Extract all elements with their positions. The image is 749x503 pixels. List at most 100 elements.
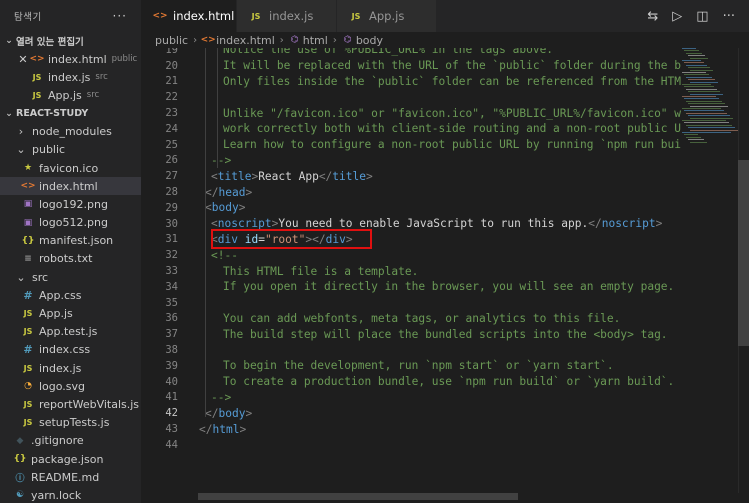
token-br: </ [205, 185, 219, 199]
file-item[interactable]: JS App.js [0, 304, 141, 322]
code-text: Unlike "/favicon.ico" or "favicon.ico", … [223, 107, 681, 120]
code-editor[interactable]: 19 Notice the use of %PUBLIC_URL% in the … [141, 48, 738, 493]
minimap-line [686, 136, 701, 138]
minimap-line [688, 103, 725, 105]
file-item[interactable]: JS setupTests.js [0, 414, 141, 432]
minimap-line [682, 132, 731, 133]
minimap-line [688, 115, 730, 117]
open-editor-item[interactable]: ✕ <> index.html public [0, 50, 141, 68]
code-text: You can add webfonts, meta tags, or anal… [223, 312, 620, 325]
file-item[interactable]: JS App.test.js [0, 323, 141, 341]
code-text: </body> [205, 407, 252, 420]
code-text: work correctly both with client-side rou… [223, 122, 681, 135]
html-icon: <> [29, 54, 45, 65]
tab-index-html[interactable]: <>index.html✕ [141, 0, 254, 32]
code-line: 40 To create a production bundle, use `np… [141, 374, 738, 390]
line-number: 38 [165, 344, 178, 357]
text-file-icon: ≡ [24, 253, 32, 264]
folder-name: src [32, 270, 49, 284]
file-item[interactable]: ★ favicon.ico [0, 159, 141, 177]
more-actions-icon[interactable]: ··· [723, 9, 735, 24]
more-actions-icon[interactable]: ··· [113, 9, 127, 23]
folder-item[interactable]: › node_modules [0, 123, 141, 141]
minimap-line [690, 57, 708, 59]
tab-index-js[interactable]: JS index.js [237, 0, 337, 32]
open-editor-item[interactable]: JS App.js src [0, 86, 141, 104]
file-item[interactable]: # index.css [0, 341, 141, 359]
code-text: <body> [205, 201, 245, 214]
project-section[interactable]: ⌄ REACT-STUDY [0, 105, 141, 123]
minimap-line [682, 60, 701, 61]
git-icon: ◆ [16, 435, 24, 446]
minimap[interactable] [680, 48, 738, 148]
red-highlight-box [211, 229, 372, 249]
vertical-scrollbar-thumb[interactable] [738, 160, 749, 346]
line-number: 33 [165, 265, 178, 278]
tabs: <>index.html✕JSindex.jsJSApp.js [141, 0, 437, 32]
file-item[interactable]: ≡ robots.txt [0, 250, 141, 268]
folder-item[interactable]: ⌄ public [0, 141, 141, 159]
minimap-line [684, 110, 724, 112]
tab-App-js[interactable]: JS App.js [337, 0, 437, 32]
line-number: 42 [165, 407, 178, 420]
open-editor-name: App.js [48, 88, 82, 102]
chevron-down-icon: ⌄ [16, 143, 26, 157]
explorer-header: 탐색기 ··· [0, 0, 141, 32]
file-item[interactable]: ◆ .gitignore [0, 432, 141, 450]
token-com: --> [211, 390, 232, 404]
compare-changes-icon[interactable]: ⇆ [647, 9, 658, 24]
file-item[interactable]: <> index.html [0, 177, 141, 196]
close-icon[interactable]: ✕ [16, 53, 30, 66]
token-tag: title [217, 169, 252, 183]
folder-item[interactable]: ⌄ src [0, 268, 141, 286]
open-editors-section[interactable]: ⌄ 열려 있는 편집기 [0, 32, 141, 50]
file-item[interactable]: {} package.json [0, 450, 141, 468]
minimap-line [684, 98, 719, 100]
file-name: package.json [31, 452, 104, 466]
minimap-line [690, 117, 733, 119]
breadcrumb-public[interactable]: public [155, 34, 188, 47]
minimap-line [688, 79, 715, 81]
code-line: 33 This HTML file is a template. [141, 263, 738, 279]
open-editors-title: 열려 있는 편집기 [16, 37, 84, 48]
chevron-right-icon: › [332, 34, 337, 46]
explorer-title: 탐색기 [14, 12, 42, 23]
js-icon: JS [23, 327, 33, 337]
editor-tab-bar: <>index.html✕JSindex.jsJSApp.js ⇆ ▷ ◫ ··… [141, 0, 749, 32]
project-title: REACT-STUDY [16, 108, 89, 120]
breadcrumb-index-html[interactable]: index.html [216, 34, 275, 47]
file-item[interactable]: JS index.js [0, 359, 141, 377]
code-text: </head> [205, 186, 252, 199]
code-line: 41 --> [141, 390, 738, 406]
minimap-line [686, 76, 712, 78]
split-editor-icon[interactable]: ◫ [696, 9, 708, 24]
token-br: > [365, 169, 373, 183]
minimap-line [688, 91, 720, 93]
code-text: Notice the use of %PUBLIC_URL% in the ta… [223, 48, 553, 56]
token-br: > [245, 185, 253, 199]
line-number: 41 [165, 391, 178, 404]
breadcrumb-body[interactable]: body [356, 34, 383, 47]
editor-actions: ⇆ ▷ ◫ ··· [647, 0, 749, 32]
minimap-line [682, 120, 726, 121]
token-tag: noscript [601, 217, 656, 231]
file-item[interactable]: ▣ logo512.png [0, 214, 141, 232]
horizontal-scrollbar-thumb[interactable] [198, 493, 518, 500]
code-text: <!-- [211, 249, 238, 262]
file-item[interactable]: # App.css [0, 286, 141, 304]
run-icon[interactable]: ▷ [672, 9, 682, 24]
file-item[interactable]: {} manifest.json [0, 232, 141, 250]
file-item[interactable]: ☯ yarn.lock [0, 486, 141, 503]
code-text: To create a production bundle, use `npm … [223, 375, 674, 388]
open-editor-item[interactable]: JS index.js src [0, 68, 141, 86]
line-number: 22 [165, 91, 178, 104]
file-item[interactable]: JS reportWebVitals.js [0, 395, 141, 413]
token-com: <!-- [211, 248, 238, 262]
js-icon: JS [32, 72, 42, 82]
file-item[interactable]: ◔ logo.svg [0, 377, 141, 395]
file-item[interactable]: ▣ logo192.png [0, 195, 141, 213]
file-item[interactable]: ⓘ README.md [0, 468, 141, 486]
token-com: --> [211, 153, 232, 167]
token-com: work correctly both with client-side rou… [223, 122, 682, 136]
breadcrumb-html[interactable]: html [303, 34, 328, 47]
